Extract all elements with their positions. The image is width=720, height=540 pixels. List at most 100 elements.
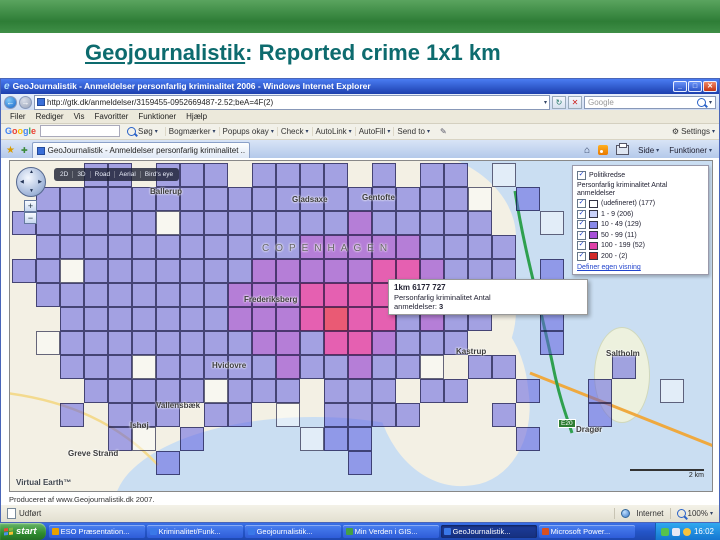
grid-cell[interactable] <box>228 211 252 236</box>
grid-cell[interactable] <box>108 331 132 356</box>
menu-item-filer[interactable]: Filer <box>5 112 31 121</box>
checkbox-icon[interactable]: ✓ <box>577 220 586 230</box>
grid-cell[interactable] <box>132 235 156 260</box>
pan-compass[interactable]: ▲ ▼ ◀ ▶ <box>16 167 46 198</box>
search-dropdown-icon[interactable]: ▾ <box>709 99 712 106</box>
tray-shield-icon[interactable] <box>660 527 669 536</box>
grid-cell[interactable] <box>276 235 300 260</box>
grid-cell[interactable] <box>420 187 444 212</box>
grid-cell[interactable] <box>84 331 108 356</box>
grid-cell[interactable] <box>372 187 396 212</box>
grid-cell[interactable] <box>108 187 132 212</box>
grid-cell[interactable] <box>60 403 84 428</box>
grid-cell[interactable] <box>252 379 276 404</box>
grid-cell[interactable] <box>300 163 324 188</box>
address-dropdown-icon[interactable]: ▾ <box>544 99 547 106</box>
grid-cell[interactable] <box>36 235 60 260</box>
grid-cell[interactable] <box>84 211 108 236</box>
grid-cell[interactable] <box>444 163 468 188</box>
grid-cell[interactable] <box>60 283 84 308</box>
grid-cell[interactable] <box>348 427 372 452</box>
grid-cell[interactable] <box>540 211 564 236</box>
menu-item-favoritter[interactable]: Favoritter <box>90 112 134 121</box>
grid-cell[interactable] <box>372 403 396 428</box>
ve-button-2d[interactable]: 2D <box>56 171 74 179</box>
grid-cell[interactable] <box>180 283 204 308</box>
gbar-item-autolink[interactable]: AutoLink ▾ <box>311 126 355 136</box>
grid-cell[interactable] <box>60 235 84 260</box>
checkbox-icon[interactable]: ✓ <box>577 170 586 180</box>
checkbox-icon[interactable]: ✓ <box>577 230 586 240</box>
grid-cell[interactable] <box>228 235 252 260</box>
refresh-button[interactable]: ↻ <box>552 95 566 109</box>
grid-cell[interactable] <box>132 403 156 428</box>
grid-cell[interactable] <box>36 259 60 284</box>
grid-cell[interactable] <box>276 403 300 428</box>
grid-cell[interactable] <box>276 187 300 212</box>
zoom-level-button[interactable]: 100% ▾ <box>676 509 713 519</box>
zoom-in-button[interactable]: + <box>24 200 37 213</box>
grid-cell[interactable] <box>180 211 204 236</box>
edit-icon[interactable]: ✎ <box>437 127 450 136</box>
grid-cell[interactable] <box>60 355 84 380</box>
grid-cell[interactable] <box>180 427 204 452</box>
stop-button[interactable]: ✕ <box>568 95 582 109</box>
grid-cell[interactable] <box>396 211 420 236</box>
grid-cell[interactable] <box>444 211 468 236</box>
grid-cell[interactable] <box>420 355 444 380</box>
grid-cell[interactable] <box>252 163 276 188</box>
checkbox-icon[interactable]: ✓ <box>577 251 586 261</box>
ve-button-bird-s-eye[interactable]: Bird's eye <box>141 171 177 178</box>
grid-cell[interactable] <box>444 187 468 212</box>
grid-cell[interactable] <box>156 211 180 236</box>
grid-cell[interactable] <box>180 379 204 404</box>
grid-cell[interactable] <box>300 235 324 260</box>
grid-cell[interactable] <box>180 235 204 260</box>
grid-cell[interactable] <box>84 307 108 332</box>
grid-cell[interactable] <box>108 403 132 428</box>
grid-cell[interactable] <box>180 187 204 212</box>
taskbar-task[interactable]: Min Verden i GIS... <box>342 525 439 538</box>
home-icon[interactable]: ⌂ <box>581 142 593 158</box>
grid-cell[interactable] <box>60 211 84 236</box>
grid-cell[interactable] <box>492 235 516 260</box>
grid-cell[interactable] <box>468 211 492 236</box>
grid-cell[interactable] <box>420 163 444 188</box>
grid-cell[interactable] <box>444 379 468 404</box>
tray-speaker-icon[interactable] <box>671 527 680 536</box>
grid-cell[interactable] <box>372 163 396 188</box>
tab-geojournalistik[interactable]: GeoJournalistik - Anmeldelser personfarl… <box>31 142 250 159</box>
grid-cell[interactable] <box>420 331 444 356</box>
grid-cell[interactable] <box>300 259 324 284</box>
grid-cell[interactable] <box>348 259 372 284</box>
grid-cell[interactable] <box>324 259 348 284</box>
grid-cell[interactable] <box>228 331 252 356</box>
grid-cell[interactable] <box>468 355 492 380</box>
forward-button[interactable]: → <box>19 95 32 109</box>
google-search-button[interactable]: Søg ▾ <box>124 126 161 136</box>
grid-cell[interactable] <box>228 259 252 284</box>
grid-cell[interactable] <box>204 331 228 356</box>
ve-button-road[interactable]: Road <box>91 171 116 179</box>
grid-cell[interactable] <box>276 379 300 404</box>
grid-cell[interactable] <box>492 163 516 188</box>
grid-cell[interactable] <box>276 211 300 236</box>
grid-cell[interactable] <box>372 235 396 260</box>
grid-cell[interactable] <box>300 331 324 356</box>
grid-cell[interactable] <box>204 235 228 260</box>
grid-cell[interactable] <box>204 403 228 428</box>
zoom-out-button[interactable]: − <box>24 212 37 225</box>
grid-cell[interactable] <box>156 235 180 260</box>
pan-left-icon[interactable]: ◀ <box>20 180 24 185</box>
grid-cell[interactable] <box>156 187 180 212</box>
favorites-star-icon[interactable]: ★ <box>4 142 17 158</box>
grid-cell[interactable] <box>444 331 468 356</box>
maximize-button[interactable]: □ <box>688 80 702 92</box>
grid-cell[interactable] <box>84 259 108 284</box>
grid-cell[interactable] <box>252 355 276 380</box>
grid-cell[interactable] <box>228 355 252 380</box>
grid-cell[interactable] <box>132 331 156 356</box>
browser-titlebar[interactable]: e GeoJournalistik - Anmeldelser personfa… <box>1 79 719 94</box>
gbar-item-popups-okay[interactable]: Popups okay ▾ <box>218 126 277 136</box>
grid-cell[interactable] <box>348 307 372 332</box>
